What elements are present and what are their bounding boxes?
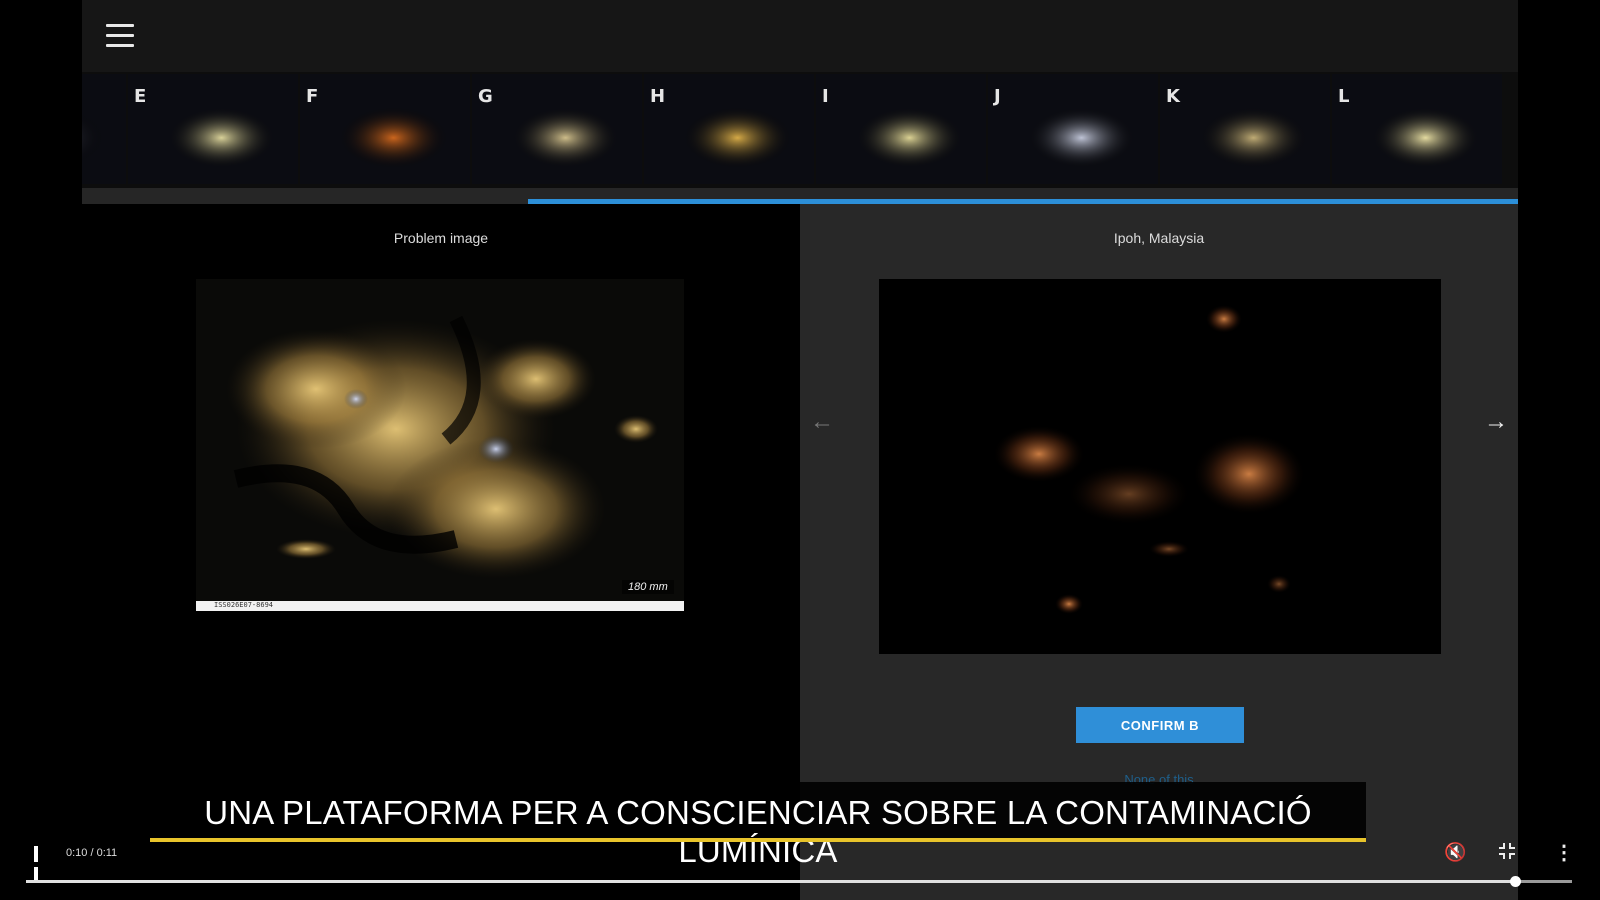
more-vertical-icon[interactable]: ⋮	[1554, 840, 1574, 865]
problem-image	[196, 279, 684, 601]
thumbnail-h[interactable]: H	[644, 74, 814, 184]
thumbnail-partial[interactable]	[82, 74, 126, 184]
seek-progress	[26, 880, 1516, 883]
thumbnail-i[interactable]: I	[816, 74, 986, 184]
thumbnail-letter: H	[650, 86, 666, 107]
thumbnail-letter: F	[306, 86, 319, 107]
thumbnail-g[interactable]: G	[472, 74, 642, 184]
location-title: Ipoh, Malaysia	[1113, 230, 1205, 246]
thumbnail-j[interactable]: J	[988, 74, 1158, 184]
image-id-strip: ISS026E07-8694	[196, 601, 684, 611]
seek-bar[interactable]	[26, 876, 1572, 887]
timecode: 0:10 / 0:11	[66, 847, 118, 859]
image-id: ISS026E07-8694	[214, 601, 274, 609]
arrow-right-icon[interactable]: →	[1484, 408, 1508, 436]
thumbnail-letter: E	[134, 86, 147, 107]
confirm-button[interactable]: CONFIRM B	[1076, 707, 1244, 743]
volume-muted-icon[interactable]: 🔇	[1444, 842, 1466, 863]
exit-fullscreen-icon[interactable]	[1498, 842, 1516, 860]
thumbnail-letter: L	[1338, 86, 1350, 107]
thumbnail-letter: J	[994, 86, 1001, 107]
hamburger-menu-icon[interactable]	[106, 24, 134, 48]
app-frame: E F G H I J K L Problem image ISS026E07-8694 18…	[82, 0, 1518, 900]
pause-icon[interactable]	[34, 846, 48, 883]
top-bar	[82, 0, 1518, 72]
thumbnail-l[interactable]: L	[1332, 74, 1502, 184]
thumbnail-strip: E F G H I J K L	[82, 72, 1518, 188]
thumbnail-e[interactable]: E	[128, 74, 298, 184]
video-controls: 0:10 / 0:11 🔇 ⋮	[0, 828, 1600, 900]
comparison-image	[879, 279, 1441, 654]
arrow-left-icon[interactable]: ←	[810, 408, 834, 436]
thumbnail-letter: K	[1166, 86, 1180, 107]
thumbnail-k[interactable]: K	[1160, 74, 1330, 184]
thumbnail-letter: I	[822, 86, 829, 107]
seek-handle[interactable]	[1510, 876, 1521, 887]
focal-length-badge: 180 mm	[622, 580, 674, 594]
thumbnail-f[interactable]: F	[300, 74, 470, 184]
problem-title: Problem image	[393, 230, 489, 246]
thumbnail-letter: G	[478, 86, 493, 107]
